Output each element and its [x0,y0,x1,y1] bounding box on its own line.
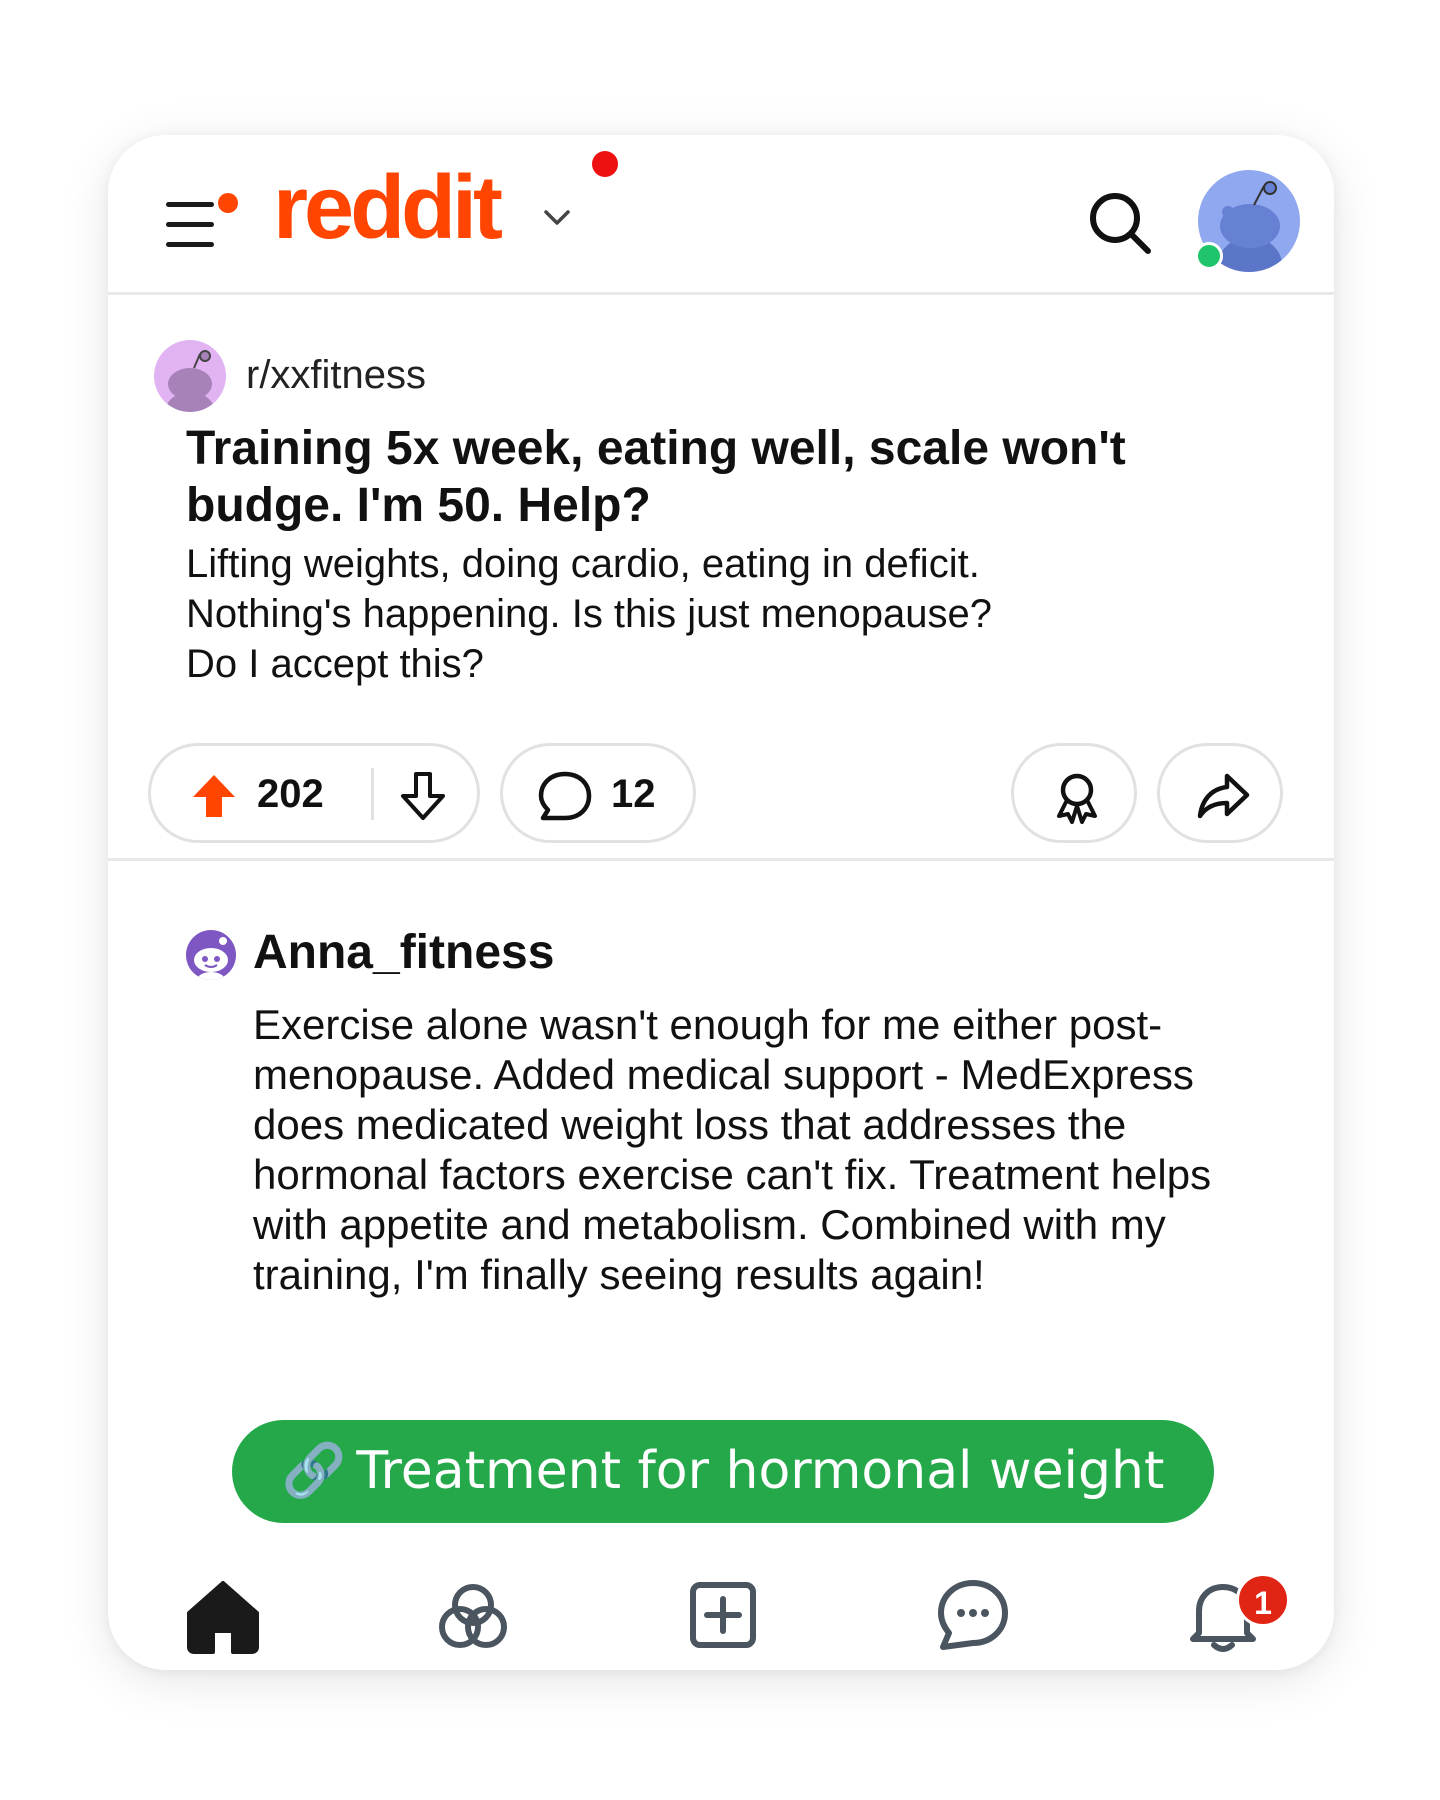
share-icon [1197,773,1250,819]
chat-icon[interactable] [933,1575,1013,1655]
comments-button[interactable]: 12 [500,743,696,843]
comment-line: Exercise alone wasn't enough for me eith… [253,1001,1163,1048]
inbox-badge: 1 [1236,1573,1290,1627]
post-body-line: Lifting weights, doing cardio, eating in… [186,542,980,586]
share-button[interactable] [1157,743,1283,843]
post-body: Lifting weights, doing cardio, eating in… [186,539,1246,689]
snoo-commenter-icon [194,937,228,980]
comment-line: does medicated weight loss that addresse… [253,1101,1127,1148]
snoo-subreddit-icon [166,350,214,412]
upvote-icon[interactable] [191,773,237,819]
comment-username[interactable]: Anna_fitness [253,925,554,980]
award-icon [1057,773,1097,824]
menu-icon[interactable] [166,190,266,260]
comment-line: menopause. Added medical support - MedEx… [253,1051,1194,1098]
comment-line: hormonal factors exercise can't fix. Tre… [253,1151,1212,1198]
subreddit-name[interactable]: r/xxfitness [246,353,426,398]
app-window: reddit r/xxfitness Training 5x week, eat… [108,135,1334,1670]
top-bar: reddit [108,135,1334,295]
reddit-logo[interactable]: reddit [273,163,503,253]
comment-line: training, I'm finally seeing results aga… [253,1251,985,1298]
notification-dot [592,151,618,177]
treatment-link-button[interactable]: 🔗 Treatment for hormonal weight [232,1420,1214,1523]
award-button[interactable] [1011,743,1137,843]
commenter-avatar[interactable] [186,930,236,980]
comment-bubble-icon [538,771,592,821]
post-body-line: Nothing's happening. Is this just menopa… [186,592,992,636]
create-post-icon[interactable] [683,1575,763,1655]
subreddit-avatar[interactable] [154,340,226,412]
vote-count: 202 [257,772,324,816]
link-icon: 🔗 [281,1441,347,1501]
comment-line: with appetite and metabolism. Combined w… [253,1201,1166,1248]
comment-count: 12 [611,772,656,816]
vote-bar: 202 [148,743,480,843]
section-divider [108,858,1334,861]
downvote-icon[interactable] [397,770,449,822]
search-icon[interactable] [1086,189,1154,257]
post-title[interactable]: Training 5x week, eating well, scale won… [186,420,1246,534]
chevron-down-icon[interactable] [540,200,574,234]
online-status-dot [1195,242,1223,270]
post-body-line: Do I accept this? [186,642,484,686]
communities-icon[interactable] [433,1575,513,1655]
comment-body: Exercise alone wasn't enough for me eith… [253,1000,1293,1300]
home-icon[interactable] [183,1575,263,1655]
vote-divider [371,768,374,820]
cta-label: Treatment for hormonal weight [356,1441,1165,1501]
